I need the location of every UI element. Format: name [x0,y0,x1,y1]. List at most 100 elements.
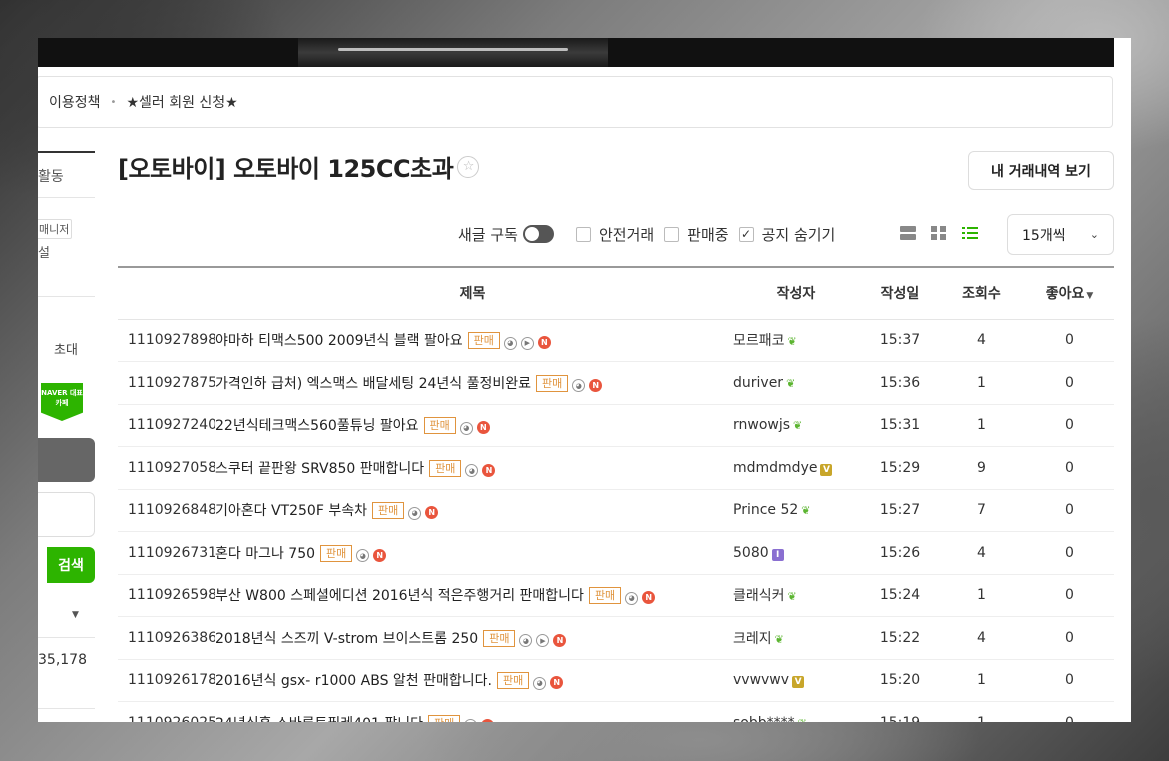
article-title-link[interactable]: 2018년식 스즈끼 V-strom 브이스트롬 250 [215,631,478,647]
article-subject[interactable]: 24년식혼 스바루트필레401 팝니다 판매◕N [215,701,730,722]
table-row[interactable]: 1110927058 스쿠터 끝판왕 SRV850 판매합니다 판매 ◕ Nmdmdmd… [118,446,1114,490]
image-icon: ◕ [533,676,547,690]
article-author[interactable]: Prince 52 ❦ [730,489,862,532]
sidebar-setting-link[interactable]: 설 [38,242,50,261]
sale-tag: 판매 [483,629,516,647]
table-row[interactable]: 1110926848 기아혼다 VT250F 부속차 판매 ◕ N Prince 52 ❦ 1… [118,489,1114,532]
article-title-link[interactable]: 22년식테크맥스560풀튜닝 팔아요 [215,418,419,434]
table-row[interactable]: 1110926598 부산 W800 스페셜에디션 2016년식 적은주행거리 판… [118,574,1114,617]
article-title-link[interactable]: 혼다 마그나 750 [215,546,315,562]
card-view-icon[interactable] [899,224,917,242]
article-subject[interactable]: 22년식테크맥스560풀튜닝 팔아요 판매 ◕ N [215,404,730,447]
article-likes: 0 [1025,404,1114,447]
star-icon[interactable]: ☆ [457,155,480,178]
article-number: 1110926598 [118,574,215,617]
cafe-logo-emblem [298,38,608,67]
article-author[interactable]: vvwvwv V [730,659,862,702]
sidebar-invite-link[interactable]: 초대 [54,339,78,358]
article-date: 15:26 [862,531,938,575]
table-row[interactable]: 111092602524년식혼 스바루트필레401 팝니다 판매◕Nsobb***… [118,701,1114,722]
menu-seller-apply-link[interactable]: ★셀러 회원 신청★ [126,92,237,112]
article-author[interactable]: 모르패코 ❦ [730,319,862,362]
article-subject[interactable]: 2018년식 스즈끼 V-strom 브이스트롬 250 판매 ◕ ▶ N [215,616,730,660]
article-subject[interactable]: 혼다 마그나 750 판매 ◕ N [215,531,730,575]
sort-caret-icon[interactable]: ▼ [1086,291,1093,301]
column-author: 작성자 [730,266,862,320]
article-title-link[interactable]: 야마하 티맥스500 2009년식 블랙 팔아요 [215,333,463,349]
article-views: 4 [938,616,1025,660]
table-row[interactable]: 1110926386 2018년식 스즈끼 V-strom 브이스트롬 250 판매… [118,616,1114,660]
article-author[interactable]: 크레지 ❦ [730,616,862,660]
filter-safe-trade[interactable]: 안전거래 [575,224,654,245]
article-title-link[interactable]: 부산 W800 스페셜에디션 2016년식 적은주행거리 판매합니다 [215,588,584,604]
sidebar-activity-tab[interactable]: 활동 [38,166,64,186]
chevron-down-icon[interactable]: ▼ [72,610,79,620]
article-number: 1110927898 [118,319,215,362]
article-subject[interactable]: 2016년식 gsx- r1000 ABS 알천 판매합니다. 판매 ◕ N [215,659,730,702]
article-views: 1 [938,404,1025,447]
article-title-link[interactable]: 가격인하 급처) 엑스맥스 배달세팅 24년식 풀정비완료 [215,376,531,392]
article-title-link[interactable]: 2016년식 gsx- r1000 ABS 알천 판매합니다. [215,673,492,689]
article-subject[interactable]: 야마하 티맥스500 2009년식 블랙 팔아요 판매 ◕ ▶ N [215,319,730,362]
checkbox-checked[interactable]: ✓ [738,226,754,242]
article-subject[interactable]: 가격인하 급처) 엑스맥스 배달세팅 24년식 풀정비완료 판매 ◕ N [215,361,730,405]
article-subject[interactable]: 스쿠터 끝판왕 SRV850 판매합니다 판매 ◕ N [215,446,730,490]
article-number: 1110927240 [118,404,215,447]
trade-history-button[interactable]: 내 거래내역 보기 [968,151,1114,190]
table-row[interactable]: 1110926731 혼다 마그나 750 판매 ◕ N 5080 I 15:26 4 0 [118,531,1114,575]
table-row[interactable]: 1110926178 2016년식 gsx- r1000 ABS 알천 판매합니다… [118,659,1114,702]
cafe-menu-bar: 이용정책 • ★셀러 회원 신청★ [38,76,1113,128]
sale-tag: 판매 [371,502,405,520]
article-views: 7 [938,489,1025,532]
table-row[interactable]: 1110927875 가격인하 급처) 엑스맥스 배달세팅 24년식 풀정비완료 판… [118,361,1114,405]
article-subject[interactable]: 부산 W800 스페셜에디션 2016년식 적은주행거리 판매합니다 판매 ◕ N [215,574,730,617]
checkbox[interactable] [664,226,680,242]
article-likes: 0 [1025,659,1114,702]
image-icon: ◕ [459,421,473,435]
level-i-icon: I [771,548,784,561]
article-author[interactable]: sobb****❦ [730,701,862,722]
article-author[interactable]: 5080 I [730,531,862,575]
sidebar-search-input[interactable] [38,492,95,537]
level-v-icon: V [792,676,805,689]
per-page-select[interactable]: 15개씩 ⌄ [1007,214,1114,255]
sidebar-write-button[interactable] [38,438,95,482]
article-likes: 0 [1025,446,1114,490]
sale-tag: 판매 [423,417,456,435]
subscribe-toggle[interactable] [522,225,554,243]
article-list-table: 제목 작성자 작성일 조회수 좋아요 ▼ 1110927898 야마하 티맥스500… [118,266,1114,722]
new-badge-icon: N [642,591,656,605]
sale-tag: 판매 [496,672,530,690]
article-views: 9 [938,446,1025,490]
article-number: 1110926025 [118,701,215,722]
article-author[interactable]: duriver ❦ [730,361,862,405]
menu-separator: • [110,96,117,108]
video-icon: ▶ [536,634,550,648]
sprout-level-icon: ❦ [787,335,797,349]
article-title-link[interactable]: 기아혼다 VT250F 부속차 [215,503,367,519]
article-date: 15:37 [862,319,938,362]
column-likes[interactable]: 좋아요 ▼ [1025,266,1114,320]
sale-tag: 판매 [588,587,622,605]
article-views: 1 [938,574,1025,617]
cafe-header-banner [38,38,1114,67]
article-title-link[interactable]: 24년식혼 스바루트필레401 팝니다 [215,716,423,722]
article-author[interactable]: rnwowjs ❦ [730,404,862,447]
article-likes: 0 [1025,574,1114,617]
article-title-link[interactable]: 스쿠터 끝판왕 SRV850 판매합니다 [215,461,424,477]
article-author[interactable]: 클래식커 ❦ [730,574,862,617]
table-row[interactable]: 1110927240 22년식테크맥스560풀튜닝 팔아요 판매 ◕ Nrnwowjs ❦… [118,404,1114,447]
article-author[interactable]: mdmdmdye V [730,446,862,490]
filter-hide-notices[interactable]: ✓ 공지 숨기기 [738,224,835,245]
column-views: 조회수 [938,266,1025,320]
table-row[interactable]: 1110927898 야마하 티맥스500 2009년식 블랙 팔아요 판매 ◕ ▶ N 모… [118,319,1114,362]
list-view-icon[interactable] [961,224,979,242]
view-mode-switcher [899,224,992,242]
new-badge-icon: N [373,548,387,562]
article-likes: 0 [1025,531,1114,575]
article-subject[interactable]: 기아혼다 VT250F 부속차 판매 ◕ N [215,489,730,532]
filter-on-sale[interactable]: 판매중 [664,224,729,245]
album-view-icon[interactable] [930,224,948,242]
checkbox[interactable] [575,226,591,242]
sidebar-search-button[interactable]: 검색 [47,547,95,583]
